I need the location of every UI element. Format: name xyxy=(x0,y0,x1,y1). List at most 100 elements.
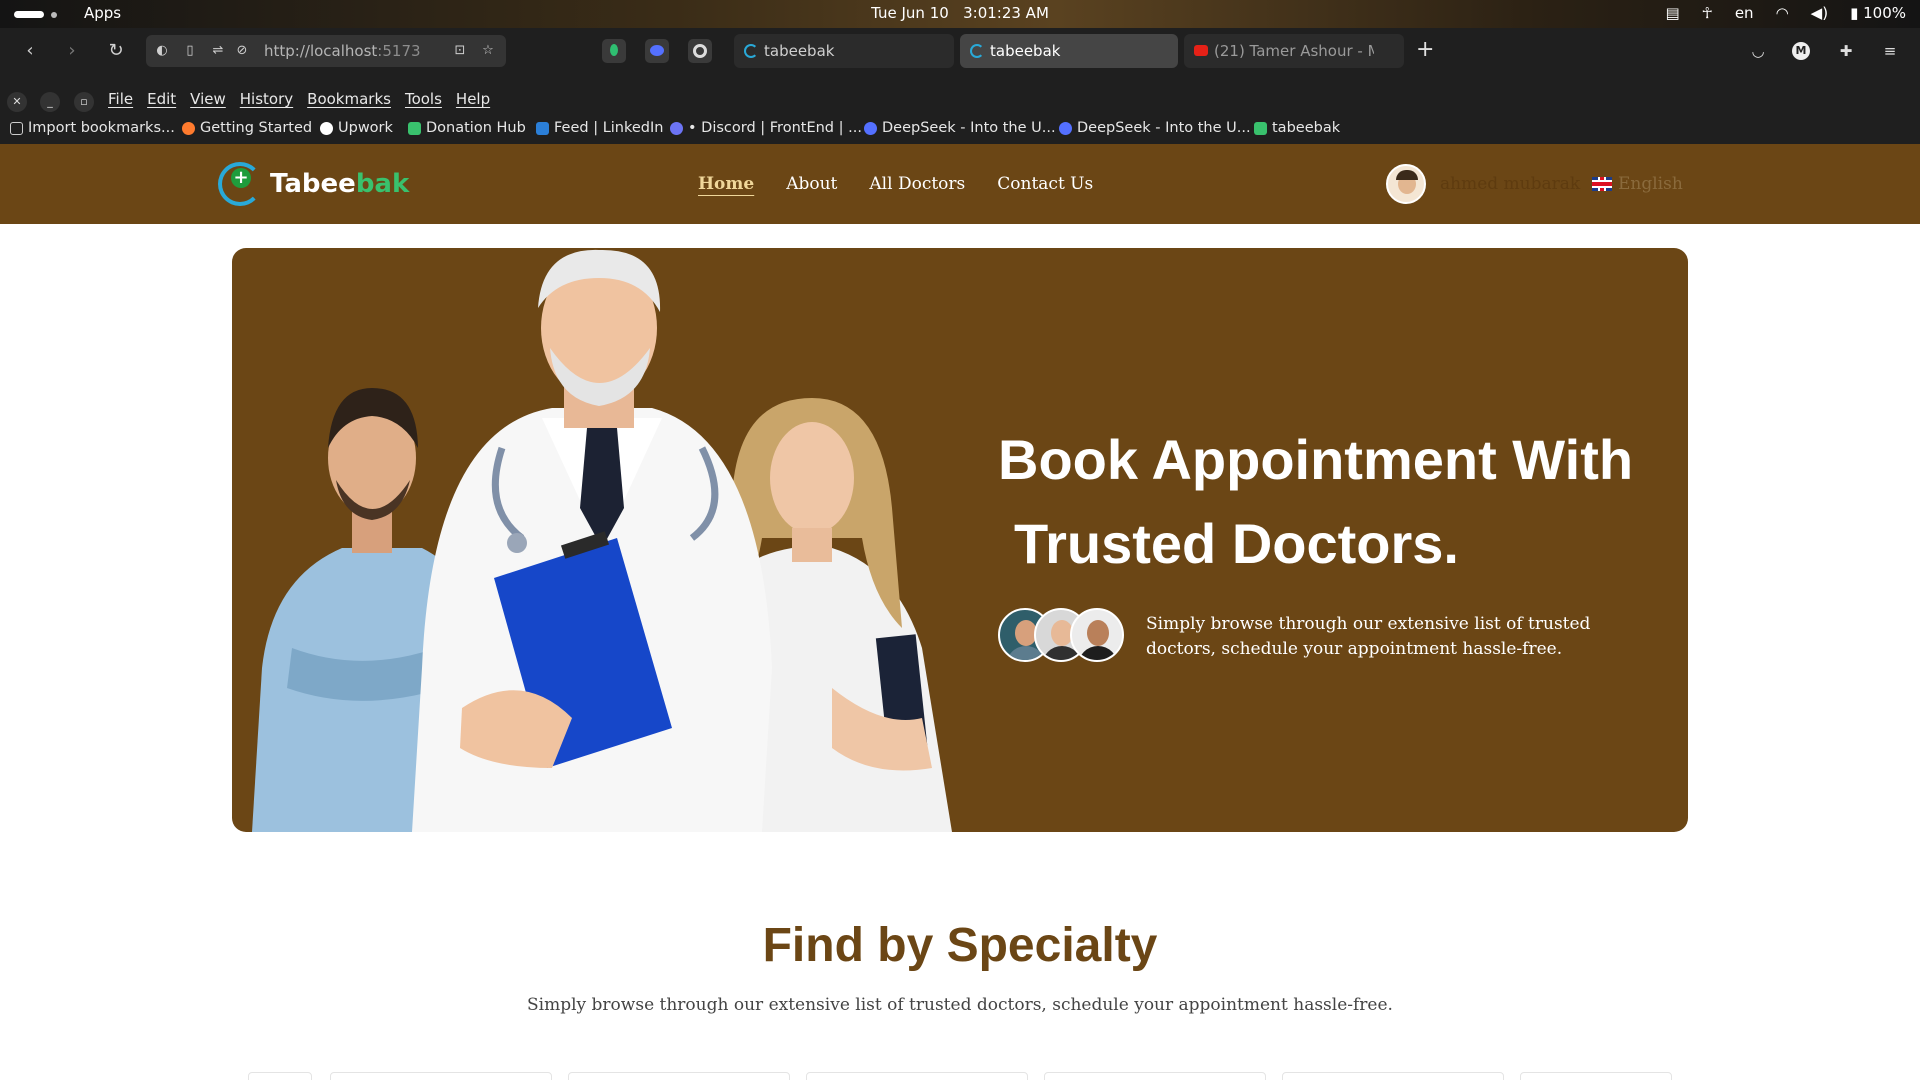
bookmark-upwork[interactable]: Upwork xyxy=(320,120,393,136)
bookmark-label: DeepSeek - Into the U... xyxy=(882,120,1056,136)
specialty-card[interactable] xyxy=(806,1072,1028,1080)
specialty-card[interactable] xyxy=(330,1072,552,1080)
menu-bookmarks[interactable]: Bookmarks xyxy=(307,90,391,108)
tabeebak-icon xyxy=(408,121,421,135)
avatar-hair xyxy=(1396,170,1418,180)
menu-items: File Edit View History Bookmarks Tools H… xyxy=(108,90,490,108)
logo-text-part2: bak xyxy=(355,169,410,199)
translate-icon[interactable]: ⊡ xyxy=(452,43,468,59)
doctors-image xyxy=(252,249,952,832)
hero-title-line2: Trusted Doctors. xyxy=(1014,512,1459,575)
tab-youtube[interactable]: (21) Tamer Ashour - Maki xyxy=(1184,34,1404,68)
back-icon[interactable]: ‹ xyxy=(20,41,40,61)
address-bar[interactable]: ◐ ▯ ⇌ ⊘ http://localhost:5173 ⊡ ☆ xyxy=(146,35,506,67)
menu-file[interactable]: File xyxy=(108,90,133,108)
volume-icon[interactable]: ◀) xyxy=(1811,4,1828,22)
logo-text-part1: Tabee xyxy=(270,169,356,199)
shield-icon[interactable]: ◐ xyxy=(154,43,170,59)
specialty-card[interactable] xyxy=(248,1072,312,1080)
specialty-card[interactable] xyxy=(1044,1072,1266,1080)
clipboard-icon[interactable]: ▤ xyxy=(1665,4,1679,22)
bookmark-label: tabeebak xyxy=(1272,120,1341,136)
bookmark-import[interactable]: Import bookmarks... xyxy=(10,120,175,136)
wifi-icon[interactable]: ◠ xyxy=(1776,4,1789,22)
deepseek-icon xyxy=(864,121,877,135)
hero-title: Book Appointment With Trusted Doctors. xyxy=(998,418,1678,586)
bookmark-discord[interactable]: • Discord | FrontEnd | ... xyxy=(670,120,862,136)
nav-contact[interactable]: Contact Us xyxy=(997,174,1093,194)
menu-view[interactable]: View xyxy=(190,90,226,108)
language-label: English xyxy=(1618,174,1683,194)
nav-all-doctors[interactable]: All Doctors xyxy=(869,174,965,194)
menu-help[interactable]: Help xyxy=(456,90,490,108)
new-tab-icon[interactable]: + xyxy=(1416,39,1434,61)
linkedin-icon xyxy=(536,121,549,135)
account-icon[interactable]: M xyxy=(1792,42,1810,60)
close-window-icon[interactable]: ✕ xyxy=(7,92,27,112)
bookmark-deepseek-1[interactable]: DeepSeek - Into the U... xyxy=(864,120,1056,136)
url-text[interactable]: http://localhost:5173 xyxy=(264,42,421,60)
user-avatar[interactable] xyxy=(1386,164,1426,204)
system-tray: ▤ ☥ en ◠ ◀) ▮ 100% xyxy=(1665,4,1906,22)
bookmark-star-icon[interactable]: ☆ xyxy=(480,43,496,59)
bookmark-label: • Discord | FrontEnd | ... xyxy=(688,120,862,136)
specialty-card[interactable] xyxy=(568,1072,790,1080)
extension-deepseek-icon[interactable] xyxy=(645,39,669,63)
extension-target-icon[interactable] xyxy=(688,39,712,63)
forward-icon[interactable]: › xyxy=(62,41,82,61)
minimize-window-icon[interactable]: _ xyxy=(40,92,60,112)
doctor-avatars-group xyxy=(998,608,1128,664)
menu-tools[interactable]: Tools xyxy=(405,90,442,108)
tab-tabeebak-2[interactable]: tabeebak xyxy=(960,34,1178,68)
specialty-subtitle: Simply browse through our extensive list… xyxy=(527,995,1393,1015)
reload-icon[interactable]: ↻ xyxy=(106,41,126,61)
bookmark-label: Upwork xyxy=(338,120,393,136)
deepseek-icon xyxy=(1059,121,1072,135)
language-switcher[interactable]: English xyxy=(1592,174,1683,194)
bookmark-tabeebak[interactable]: tabeebak xyxy=(1254,120,1340,136)
pocket-icon[interactable]: ◡ xyxy=(1748,41,1768,61)
extension-pin-icon[interactable] xyxy=(602,39,626,63)
specialty-card[interactable] xyxy=(1520,1072,1672,1080)
specialty-title: Find by Specialty xyxy=(762,919,1158,972)
tab-label: tabeebak xyxy=(764,42,835,60)
menu-history[interactable]: History xyxy=(240,90,293,108)
bookmark-deepseek-2[interactable]: DeepSeek - Into the U... xyxy=(1059,120,1251,136)
tab-favicon-icon xyxy=(744,44,758,58)
nav-about[interactable]: About xyxy=(786,174,837,194)
bookmark-linkedin[interactable]: Feed | LinkedIn xyxy=(536,120,663,136)
keyboard-language[interactable]: en xyxy=(1735,4,1754,22)
user-name[interactable]: ahmed mubarak xyxy=(1440,174,1580,194)
tab-tabeebak-1[interactable]: tabeebak xyxy=(734,34,954,68)
tab-label: tabeebak xyxy=(990,42,1061,60)
specialty-card[interactable] xyxy=(1282,1072,1504,1080)
tracking-off-icon[interactable]: ⊘ xyxy=(234,43,250,59)
bookmarks-bar: Import bookmarks... Getting Started Upwo… xyxy=(0,116,1920,144)
hero-description: Simply browse through our extensive list… xyxy=(1146,614,1591,659)
tabeebak-icon xyxy=(1254,121,1267,135)
hero-banner: Book Appointment With Trusted Doctors. S… xyxy=(232,248,1688,832)
upwork-icon xyxy=(320,121,333,135)
bookmark-getting-started[interactable]: Getting Started xyxy=(182,120,312,136)
logo-text: Tabeebak xyxy=(270,169,409,199)
site-logo[interactable]: Tabeebak xyxy=(218,162,409,206)
menu-edit[interactable]: Edit xyxy=(147,90,176,108)
restore-window-icon[interactable]: ▫ xyxy=(74,92,94,112)
main-nav: Home About All Doctors Contact Us xyxy=(698,174,1093,194)
bookmark-label: Donation Hub xyxy=(426,120,526,136)
browser-toolbar: ‹ › ↻ ◐ ▯ ⇌ ⊘ http://localhost:5173 ⊡ ☆ … xyxy=(0,28,1920,74)
page-icon[interactable]: ▯ xyxy=(182,43,198,59)
bookmark-donation-hub[interactable]: Donation Hub xyxy=(408,120,526,136)
battery-indicator[interactable]: ▮ 100% xyxy=(1850,4,1906,22)
clock[interactable]: Tue Jun 10 3:01:23 AM xyxy=(0,4,1920,22)
hamburger-menu-icon[interactable]: ≡ xyxy=(1880,41,1900,61)
nav-home[interactable]: Home xyxy=(698,174,754,194)
tab-label: (21) Tamer Ashour - Maki xyxy=(1214,42,1374,60)
clock-date: Tue Jun 10 xyxy=(871,4,949,22)
accessibility-icon[interactable]: ☥ xyxy=(1702,4,1713,22)
extensions-icon[interactable]: ✚ xyxy=(1836,41,1856,61)
battery-icon: ▮ xyxy=(1850,4,1859,22)
permissions-icon[interactable]: ⇌ xyxy=(210,43,226,59)
logo-icon xyxy=(218,162,262,206)
url-host: http://localhost xyxy=(264,42,378,60)
